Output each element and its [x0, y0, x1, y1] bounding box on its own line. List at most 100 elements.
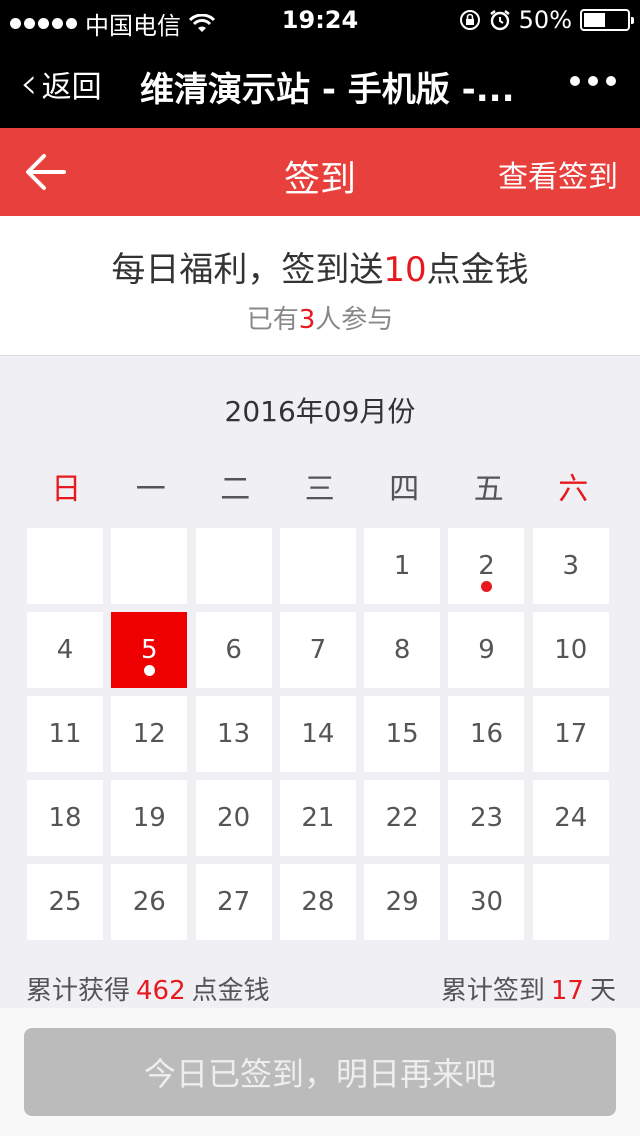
day-number: 13: [217, 719, 251, 749]
headline-text: 每日福利，签到送: [111, 250, 384, 290]
weekday-label: 二: [220, 472, 251, 507]
calendar-day[interactable]: 10: [532, 612, 609, 688]
reward-headline: 每日福利，签到送10点金钱: [0, 242, 640, 291]
day-number: 7: [309, 635, 327, 665]
reward-amount: 10: [383, 250, 427, 290]
app-header: 签到 查看签到: [0, 128, 640, 216]
total-gold: 累计获得 462 点金钱: [26, 970, 270, 1007]
day-number: 11: [48, 719, 82, 749]
calendar-day[interactable]: 17: [532, 696, 609, 772]
day-number: 26: [132, 887, 166, 917]
calendar-day[interactable]: 6: [195, 612, 272, 688]
calendar-day[interactable]: 7: [279, 612, 356, 688]
day-number: 23: [469, 803, 504, 833]
day-number: 21: [301, 803, 335, 833]
day-number: 1: [393, 551, 411, 581]
calendar-day[interactable]: 24: [532, 780, 609, 856]
calendar-day[interactable]: 25: [27, 864, 103, 940]
calendar-day[interactable]: 2: [448, 528, 525, 604]
days-label: 累计签到: [440, 976, 545, 1006]
day-number: 28: [301, 887, 335, 917]
day-number: 15: [385, 719, 419, 749]
day-number: 9: [478, 635, 495, 665]
calendar-day[interactable]: 18: [27, 780, 103, 856]
signed-dot-icon: [480, 581, 492, 592]
days-value: 17: [550, 976, 584, 1006]
calendar-day[interactable]: 21: [279, 780, 356, 856]
day-number: 12: [132, 719, 166, 749]
calendar-empty-cell: [27, 528, 103, 604]
day-number: 20: [217, 803, 251, 833]
more-menu-icon[interactable]: [570, 76, 616, 86]
calendar-empty-cell: [111, 528, 188, 604]
calendar-day[interactable]: 20: [195, 780, 272, 856]
calendar-day[interactable]: 28: [279, 864, 356, 940]
calendar-empty-cell: [532, 864, 609, 940]
calendar-day[interactable]: 22: [364, 780, 441, 856]
calendar-day[interactable]: 4: [27, 612, 103, 688]
gold-label: 累计获得: [26, 976, 131, 1006]
gold-value: 462: [136, 976, 186, 1006]
calendar-day[interactable]: 23: [448, 780, 525, 856]
calendar-day[interactable]: 15: [364, 696, 441, 772]
calendar-grid: 1 2 3 4 5 6 7 8 9 10 11 12 13 14 15 16 17 18 19 20 21 22 23 24 2…: [27, 528, 617, 940]
calendar-day[interactable]: 29: [364, 864, 441, 940]
battery-percent: 50%: [518, 6, 572, 34]
status-right: 50%: [459, 6, 634, 34]
day-number: 6: [225, 635, 242, 665]
weekday-label: 一: [135, 472, 166, 507]
day-number: 16: [469, 719, 504, 749]
signin-button[interactable]: 今日已签到，明日再来吧: [24, 1028, 616, 1116]
calendar-day[interactable]: 27: [195, 864, 272, 940]
participant-count: 3: [298, 305, 316, 335]
calendar-day[interactable]: 9: [448, 612, 525, 688]
day-number: 29: [385, 887, 419, 917]
calendar-day[interactable]: 14: [279, 696, 356, 772]
total-days: 累计签到 17 天: [441, 970, 616, 1007]
calendar-day[interactable]: 30: [448, 864, 525, 940]
day-number: 3: [562, 551, 580, 581]
chevron-left-icon: ‹: [20, 58, 38, 109]
calendar-day[interactable]: 26: [111, 864, 188, 940]
calendar-month: 2016年09月份: [224, 395, 416, 428]
back-button[interactable]: ‹ 返回: [20, 62, 102, 106]
day-number: 5: [141, 635, 158, 665]
alarm-icon: [489, 10, 510, 31]
intro-panel: 每日福利，签到送10点金钱 已有3人参与: [0, 216, 640, 356]
day-number: 8: [393, 635, 411, 665]
calendar-empty-cell: [279, 528, 356, 604]
view-signin-link[interactable]: 查看签到: [498, 152, 618, 196]
calendar-day[interactable]: 3: [532, 528, 609, 604]
day-number: 25: [48, 887, 82, 917]
weekday-label: 日: [51, 472, 82, 507]
page-title: 维清演示站 - 手机版 -...: [140, 70, 515, 110]
calendar-day[interactable]: 8: [364, 612, 441, 688]
back-label: 返回: [41, 70, 102, 105]
calendar-day[interactable]: 1: [364, 528, 441, 604]
status-bar: 中国电信 19:24 50%: [0, 0, 640, 40]
calendar-day-today[interactable]: 5: [111, 612, 188, 688]
footer: 今日已签到，明日再来吧: [0, 1008, 640, 1136]
weekday-label: 四: [389, 472, 420, 507]
participants-line: 已有3人参与: [0, 299, 640, 336]
gold-unit: 点金钱: [191, 976, 270, 1006]
day-number: 19: [132, 803, 166, 833]
weekday-label: 三: [304, 472, 335, 507]
headline-suffix: 点金钱: [426, 250, 529, 290]
day-number: 17: [554, 719, 588, 749]
calendar-day[interactable]: 13: [195, 696, 272, 772]
participants-suffix: 人参与: [315, 305, 394, 335]
calendar-day[interactable]: 12: [111, 696, 188, 772]
battery-icon: [580, 9, 634, 31]
day-number: 2: [478, 551, 495, 581]
signed-dot-icon: [143, 665, 155, 676]
days-unit: 天: [589, 976, 616, 1006]
day-number: 18: [48, 803, 82, 833]
calendar-day[interactable]: 19: [111, 780, 188, 856]
day-number: 30: [469, 887, 504, 917]
calendar-day[interactable]: 11: [27, 696, 103, 772]
day-number: 10: [554, 635, 588, 665]
wechat-nav-bar: ‹ 返回 维清演示站 - 手机版 -...: [0, 40, 640, 128]
calendar-day[interactable]: 16: [448, 696, 525, 772]
day-number: 27: [217, 887, 251, 917]
